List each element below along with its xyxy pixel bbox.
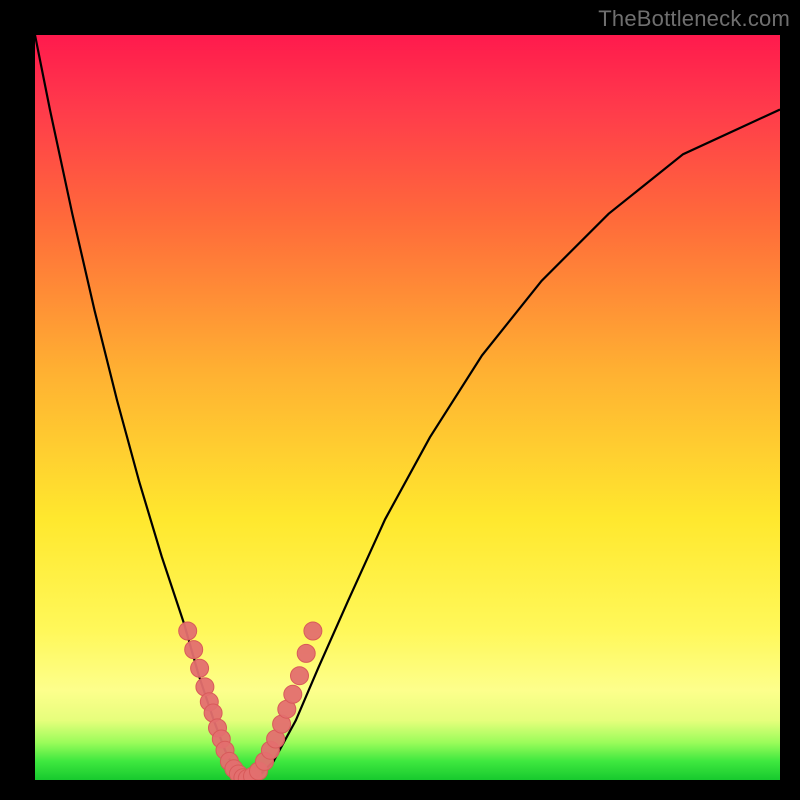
sample-marker bbox=[284, 685, 302, 703]
sample-marker bbox=[179, 622, 197, 640]
plot-area bbox=[35, 35, 780, 780]
watermark-text: TheBottleneck.com bbox=[598, 6, 790, 32]
chart-svg bbox=[35, 35, 780, 780]
sample-marker bbox=[185, 641, 203, 659]
sample-marker bbox=[191, 659, 209, 677]
chart-stage: TheBottleneck.com bbox=[0, 0, 800, 800]
sample-marker bbox=[291, 667, 309, 685]
sample-marker bbox=[304, 622, 322, 640]
bottleneck-curve-path bbox=[35, 35, 780, 779]
sample-marker bbox=[297, 644, 315, 662]
sample-markers-group bbox=[179, 622, 322, 780]
